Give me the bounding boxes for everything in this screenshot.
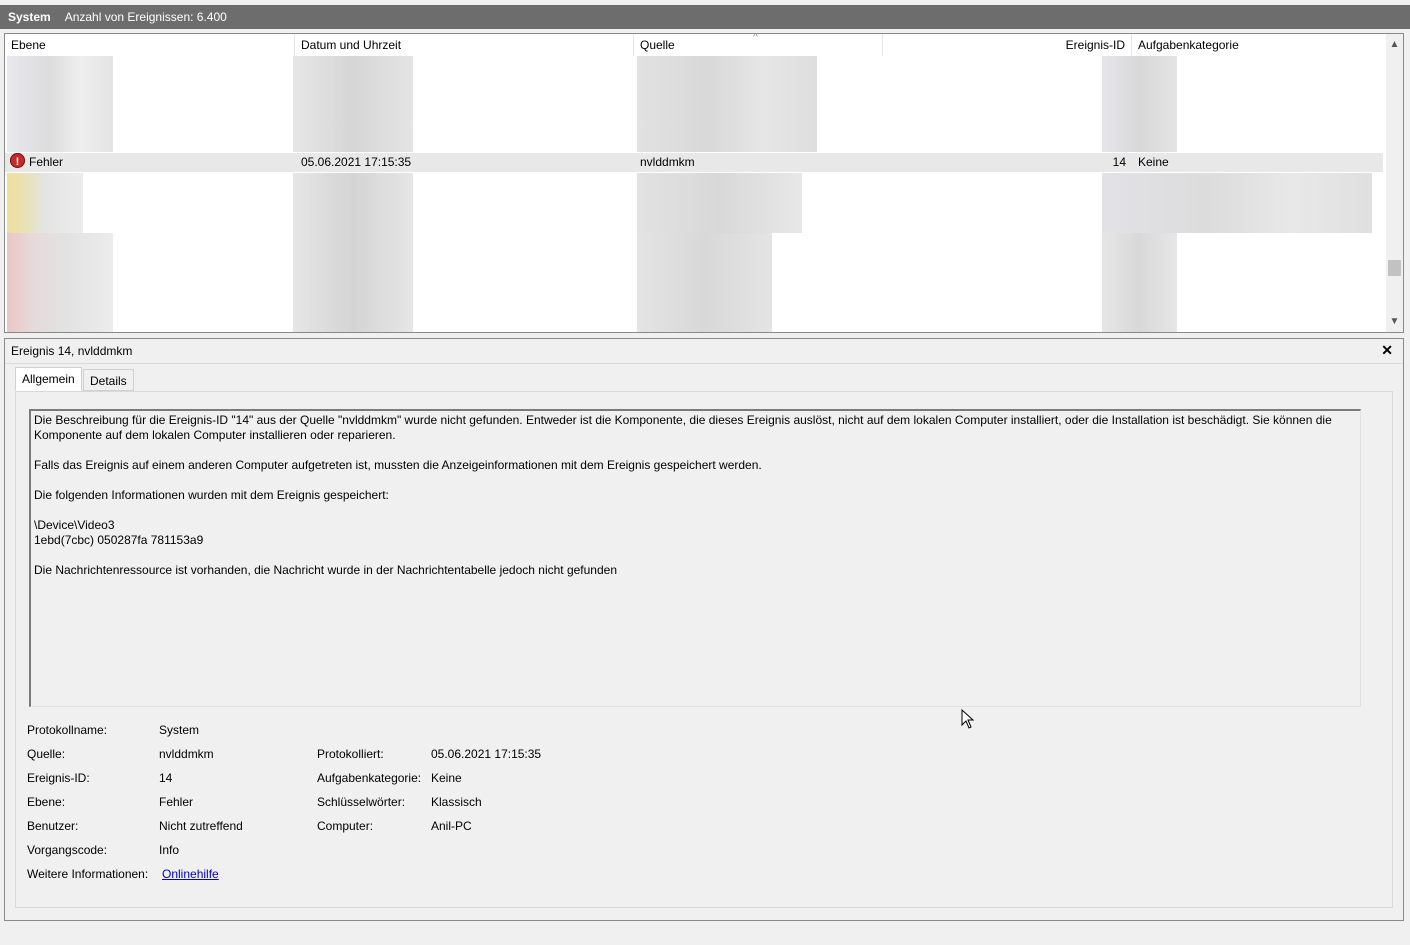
log-name: System	[8, 10, 51, 24]
description-paragraph: Die folgenden Informationen wurden mit d…	[34, 488, 389, 502]
blurred-row-block	[637, 233, 772, 332]
property-value-user: Nicht zutreffend	[159, 819, 243, 833]
description-paragraph: Die Beschreibung für die Ereignis-ID "14…	[34, 413, 1336, 442]
close-icon[interactable]: ✕	[1381, 342, 1393, 359]
event-rows: ! Fehler 05.06.2021 17:15:35 nvlddmkm 14…	[5, 56, 1385, 332]
scroll-down-icon[interactable]: ▼	[1386, 313, 1403, 330]
description-paragraph: \Device\Video3 1ebd(7cbc) 050287fa 78115…	[34, 518, 204, 547]
property-label: Vorgangscode:	[27, 843, 108, 857]
blurred-row-block	[7, 173, 83, 233]
column-header-level[interactable]: Ebene	[5, 34, 295, 56]
description-paragraph: Die Nachrichtenressource ist vorhanden, …	[34, 563, 617, 577]
property-value-source: nvlddmkm	[159, 747, 214, 761]
property-value-opcode: Info	[159, 843, 180, 857]
sort-arrow-icon: ^	[753, 33, 758, 43]
property-label: Aufgabenkategorie:	[317, 771, 422, 785]
cell-event-id: 14	[1112, 155, 1126, 169]
blurred-row-block	[1102, 233, 1177, 332]
column-header-category[interactable]: Aufgabenkategorie	[1132, 34, 1387, 56]
scroll-up-icon[interactable]: ▲	[1386, 36, 1403, 53]
blurred-row-block	[7, 233, 113, 332]
column-header-datetime[interactable]: Datum und Uhrzeit	[295, 34, 634, 56]
property-label: Schlüsselwörter:	[317, 795, 406, 809]
property-label: Ebene:	[27, 795, 66, 809]
property-value-task-category: Keine	[431, 771, 462, 785]
property-label: Ereignis-ID:	[27, 771, 90, 785]
property-label: Benutzer:	[27, 819, 79, 833]
blurred-row-block	[1102, 56, 1177, 152]
property-label: Weitere Informationen:	[27, 867, 149, 881]
blurred-row-block	[637, 56, 817, 152]
event-detail-title: Ereignis 14, nvlddmkm	[11, 344, 133, 358]
column-header-source[interactable]: Quelle	[634, 34, 883, 56]
property-value-level: Fehler	[159, 795, 194, 809]
property-label: Quelle:	[27, 747, 66, 761]
column-header-event-id[interactable]: Ereignis-ID	[883, 34, 1132, 56]
cell-datetime: 05.06.2021 17:15:35	[301, 155, 412, 169]
blurred-row-block	[293, 173, 413, 332]
tab-general-content: Die Beschreibung für die Ereignis-ID "14…	[15, 391, 1393, 908]
online-help-link[interactable]: Onlinehilfe	[162, 866, 219, 882]
event-count: Anzahl von Ereignissen: 6.400	[64, 10, 227, 24]
event-detail-pane: Ereignis 14, nvlddmkm ✕ Allgemein Detail…	[4, 338, 1404, 921]
cell-category: Keine	[1138, 155, 1169, 169]
tab-general[interactable]: Allgemein	[15, 367, 82, 391]
property-label: Protokolliert:	[317, 747, 384, 761]
scrollbar-thumb[interactable]	[1388, 260, 1401, 276]
property-value-log-name: System	[159, 723, 200, 737]
property-value-event-id: 14	[159, 771, 173, 785]
event-list-scrollbar[interactable]: ▲ ▼	[1386, 34, 1403, 332]
event-list[interactable]: Ebene Datum und Uhrzeit Quelle Ereignis-…	[4, 33, 1404, 333]
mouse-cursor-icon	[961, 709, 975, 729]
cell-level: Fehler	[29, 155, 64, 169]
blurred-row-block	[637, 173, 802, 233]
cell-source: nvlddmkm	[640, 155, 695, 169]
property-label: Computer:	[317, 819, 374, 833]
description-paragraph: Falls das Ereignis auf einem anderen Com…	[34, 458, 762, 472]
property-label: Protokollname:	[27, 723, 108, 737]
blurred-row-block	[1102, 173, 1372, 233]
property-value-logged: 05.06.2021 17:15:35	[431, 747, 542, 761]
table-row-selected[interactable]: ! Fehler 05.06.2021 17:15:35 nvlddmkm 14…	[5, 153, 1383, 172]
property-value-computer: Anil-PC	[431, 819, 472, 833]
event-detail-header: Ereignis 14, nvlddmkm ✕	[5, 339, 1403, 364]
error-icon: !	[10, 153, 25, 168]
log-header-bar: System Anzahl von Ereignissen: 6.400	[0, 5, 1410, 29]
event-list-header: Ebene Datum und Uhrzeit Quelle Ereignis-…	[5, 34, 1387, 56]
blurred-row-block	[293, 56, 413, 152]
tab-details[interactable]: Details	[83, 369, 134, 391]
property-value-keywords: Klassisch	[431, 795, 482, 809]
blurred-row-block	[7, 56, 113, 152]
event-description[interactable]: Die Beschreibung für die Ereignis-ID "14…	[29, 409, 1361, 707]
